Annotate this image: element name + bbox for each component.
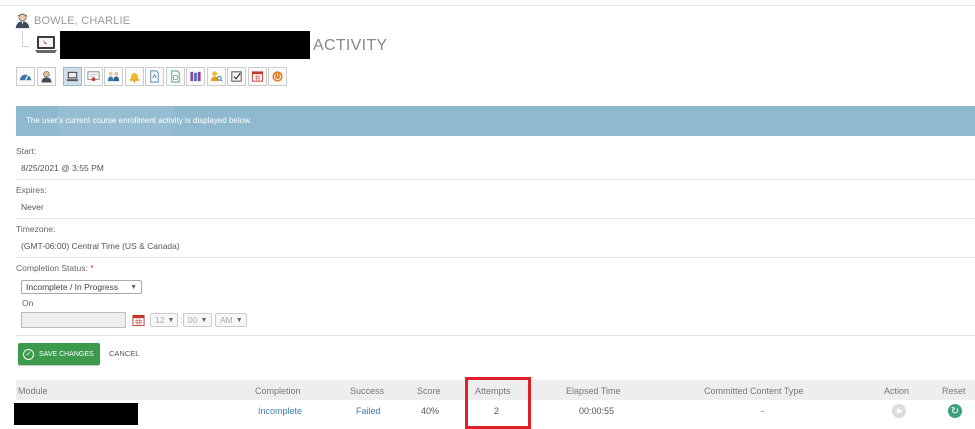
expires-value: Never <box>21 202 44 212</box>
attempts-highlight-box <box>465 377 531 429</box>
column-header-score: Score <box>417 386 441 396</box>
start-value: 8/25/2021 @ 3:55 PM <box>21 163 104 173</box>
redacted-course-title <box>60 31 310 59</box>
calendar-picker-icon[interactable] <box>132 314 145 327</box>
spreadsheet-icon <box>170 70 180 83</box>
play-icon[interactable] <box>892 404 906 418</box>
column-header-reset: Reset <box>942 386 966 396</box>
toolbar-user-button[interactable] <box>36 67 56 86</box>
timezone-value: (GMT-06:00) Central Time (US & Canada) <box>21 241 180 251</box>
user-header: BOWLE, CHARLIE <box>14 12 130 29</box>
toolbar-transcript-button[interactable] <box>165 67 185 86</box>
tree-connector <box>22 31 29 47</box>
completion-status-label: Completion Status: * <box>16 263 94 273</box>
column-header-module: Module <box>18 386 48 396</box>
calendar-icon <box>251 71 263 82</box>
chevron-down-icon: ▼ <box>167 316 175 324</box>
top-divider <box>0 5 975 6</box>
save-changes-label: SAVE CHANGES <box>39 350 94 358</box>
required-marker: * <box>90 263 94 273</box>
timezone-label: Timezone: <box>16 224 56 234</box>
hour-select[interactable]: 12 ▼ <box>150 313 178 327</box>
completion-on-label: On <box>22 298 34 308</box>
row-score: 40% <box>421 406 440 416</box>
completion-status-selected: Incomplete / In Progress <box>26 282 119 292</box>
expires-field: Expires: Never <box>16 185 975 219</box>
expires-label: Expires: <box>16 185 47 195</box>
reset-icon[interactable]: ↻ <box>948 404 962 418</box>
row-completion-link[interactable]: Incomplete <box>258 406 302 416</box>
toolbar-notifications-button[interactable] <box>124 67 144 86</box>
ampm-select[interactable]: AM ▼ <box>215 313 247 327</box>
user-toolbar <box>16 67 289 86</box>
completion-status-select[interactable]: Incomplete / In Progress ▼ <box>21 280 142 294</box>
user-avatar-icon <box>15 13 30 29</box>
toolbar-activity-button[interactable] <box>63 67 82 86</box>
bell-icon <box>129 72 139 83</box>
toolbar-groups-button[interactable] <box>104 67 123 86</box>
books-icon <box>190 71 201 82</box>
toolbar-dashboard-button[interactable] <box>16 67 35 86</box>
cancel-button[interactable]: CANCEL <box>109 349 139 358</box>
column-header-action: Action <box>884 386 910 396</box>
user-search-icon <box>210 71 222 82</box>
toolbar-user-search-button[interactable] <box>206 67 226 86</box>
chevron-down-icon: ▼ <box>235 316 243 324</box>
power-icon <box>272 71 283 82</box>
row-content-type: - <box>761 406 764 416</box>
dashboard-icon <box>19 74 32 81</box>
column-header-success: Success <box>350 386 385 396</box>
user-name: BOWLE, CHARLIE <box>34 14 131 27</box>
checkbox-icon <box>231 71 242 82</box>
column-header-content-type: Committed Content Type <box>704 386 804 396</box>
minute-value: 00 <box>188 315 198 325</box>
check-circle-icon: ✓ <box>23 348 34 360</box>
column-header-elapsed-time: Elapsed Time <box>566 386 621 396</box>
toolbar-library-button[interactable] <box>186 67 205 86</box>
timezone-field: Timezone: (GMT-06:00) Central Time (US &… <box>16 224 975 258</box>
redacted-module-name <box>14 403 138 425</box>
chevron-down-icon: ▼ <box>130 283 137 291</box>
toolbar-calendar-button[interactable] <box>247 67 267 86</box>
page-title: ACTIVITY <box>313 37 388 54</box>
save-changes-button[interactable]: ✓ SAVE CHANGES <box>18 343 100 365</box>
row-success-link[interactable]: Failed <box>356 406 381 416</box>
group-icon <box>107 71 120 82</box>
ampm-value: AM <box>220 315 233 325</box>
laptop-icon <box>35 36 57 53</box>
laptop-icon <box>66 71 79 82</box>
user-icon <box>40 71 52 83</box>
toolbar-certificate-button[interactable] <box>83 67 103 86</box>
toolbar-documents-button[interactable] <box>145 67 164 86</box>
row-elapsed-time: 00:00:55 <box>579 406 615 416</box>
toolbar-power-button[interactable] <box>268 67 287 86</box>
hour-value: 12 <box>155 315 165 325</box>
toolbar-tasks-button[interactable] <box>227 67 246 86</box>
start-field: Start: 8/25/2021 @ 3:55 PM <box>16 146 975 180</box>
info-banner: The user's current course enrollment act… <box>16 106 975 136</box>
completion-date-input[interactable] <box>21 312 126 328</box>
minute-select[interactable]: 00 ▼ <box>183 313 212 327</box>
chevron-down-icon: ▼ <box>200 316 208 324</box>
certificate-icon <box>87 71 99 82</box>
document-icon <box>150 70 159 83</box>
column-header-completion: Completion <box>255 386 301 396</box>
start-label: Start: <box>16 146 37 156</box>
